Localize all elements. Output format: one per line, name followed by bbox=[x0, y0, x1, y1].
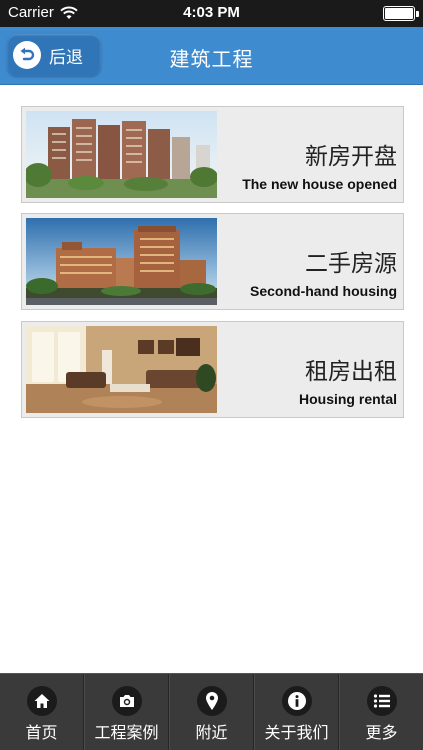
tab-home[interactable]: 首页 bbox=[0, 674, 84, 750]
tab-label: 关于我们 bbox=[264, 723, 329, 742]
location-pin-icon bbox=[196, 686, 227, 716]
tab-label: 工程案例 bbox=[94, 723, 159, 742]
card-new-house[interactable]: 新房开盘 The new house opened bbox=[21, 106, 404, 203]
tab-bar: 首页 工程案例 附近 关于我们 更多 bbox=[0, 673, 423, 750]
tab-projects[interactable]: 工程案例 bbox=[84, 674, 169, 750]
high-rise-residential-towers-photo bbox=[26, 111, 217, 198]
battery-icon bbox=[383, 6, 415, 21]
card-subtitle: The new house opened bbox=[242, 176, 397, 192]
tab-more[interactable]: 更多 bbox=[339, 674, 423, 750]
card-subtitle: Second-hand housing bbox=[250, 283, 397, 299]
nav-bar: 后退 建筑工程 bbox=[0, 27, 423, 85]
info-icon bbox=[281, 686, 312, 716]
status-bar: Carrier 4:03 PM bbox=[0, 0, 423, 27]
card-subtitle: Housing rental bbox=[298, 391, 397, 407]
apartment-complex-evening-photo bbox=[26, 218, 217, 305]
camera-icon bbox=[111, 686, 142, 716]
tab-label: 首页 bbox=[25, 723, 58, 742]
card-title: 租房出租 bbox=[305, 359, 397, 385]
page-title: 建筑工程 bbox=[169, 47, 254, 71]
card-housing-rental[interactable]: 租房出租 Housing rental bbox=[21, 321, 404, 418]
tab-nearby[interactable]: 附近 bbox=[169, 674, 254, 750]
card-title: 二手房源 bbox=[305, 251, 397, 277]
home-icon bbox=[26, 686, 57, 716]
tab-about-us[interactable]: 关于我们 bbox=[254, 674, 339, 750]
card-second-hand-housing[interactable]: 二手房源 Second-hand housing bbox=[21, 213, 404, 310]
card-title: 新房开盘 bbox=[305, 144, 397, 170]
tab-label: 附近 bbox=[195, 723, 228, 742]
list-icon bbox=[366, 686, 397, 716]
furnished-living-room-photo bbox=[26, 326, 217, 413]
clock: 4:03 PM bbox=[183, 4, 240, 21]
tab-label: 更多 bbox=[365, 723, 398, 742]
